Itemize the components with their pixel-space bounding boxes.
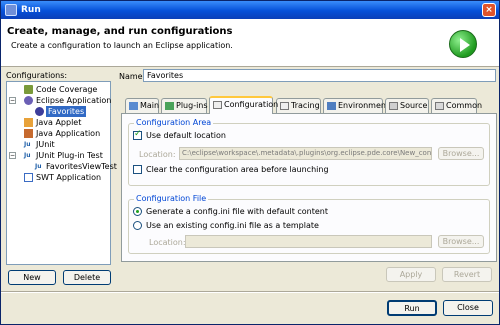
delete-button[interactable]: Delete — [63, 270, 111, 285]
bottom-separator — [1, 291, 499, 293]
config-file-location-field[interactable] — [185, 235, 432, 248]
java-applet-icon — [24, 118, 33, 127]
run-button[interactable]: Run — [387, 300, 437, 316]
dialog-header: Create, manage, and run configurations C… — [1, 19, 499, 67]
junit-icon: Ju — [24, 141, 31, 148]
tab-tracing[interactable]: Tracing — [276, 98, 321, 113]
tree-item-junit-plugin-test[interactable]: − Ju JUnit Plug-in Test — [9, 150, 109, 161]
apply-button[interactable]: Apply — [386, 267, 436, 282]
configuration-area-group: Configuration Area Use default location … — [128, 118, 490, 186]
browse-button[interactable]: Browse... — [438, 147, 484, 160]
name-label: Name: — [119, 72, 146, 81]
tab-main[interactable]: Main — [125, 98, 159, 113]
eclipse-app-icon — [24, 96, 33, 105]
plugins-tab-icon — [165, 102, 174, 110]
code-coverage-icon — [24, 85, 33, 94]
java-app-icon — [24, 129, 33, 138]
use-default-location-label: Use default location — [146, 131, 226, 140]
configuration-area-title: Configuration Area — [134, 118, 214, 127]
generate-config-label: Generate a config.ini file with default … — [146, 207, 328, 216]
tab-common[interactable]: Common — [431, 98, 482, 113]
tracing-tab-icon — [280, 102, 289, 110]
close-button[interactable]: Close — [443, 300, 493, 316]
source-tab-icon — [389, 102, 398, 110]
title-bar[interactable]: Run × — [1, 1, 499, 19]
configurations-label: Configurations: — [6, 71, 68, 80]
revert-button[interactable]: Revert — [442, 267, 492, 282]
tree-item-eclipse-application[interactable]: − Eclipse Application — [9, 95, 111, 106]
header-title: Create, manage, and run configurations — [7, 26, 233, 37]
run-banner-icon — [449, 30, 477, 58]
existing-config-label: Use an existing config.ini file as a tem… — [146, 221, 319, 230]
tree-item-code-coverage[interactable]: Code Coverage — [9, 84, 109, 95]
junit-test-icon: Ju — [35, 163, 42, 170]
collapse-icon[interactable]: − — [9, 152, 16, 159]
configuration-tab-panel: Configuration Area Use default location … — [121, 113, 497, 262]
configuration-tab-icon — [213, 101, 222, 109]
header-subtitle: Create a configuration to launch an Ecli… — [11, 41, 233, 50]
tree-item-java-application[interactable]: Java Application — [9, 128, 109, 139]
name-field[interactable]: Favorites — [143, 69, 496, 82]
location-field[interactable]: C:\eclipse\workspace\.metadata\.plugins\… — [179, 147, 432, 160]
junit-plugin-icon: Ju — [24, 152, 31, 159]
configuration-file-title: Configuration File — [134, 194, 209, 203]
location-label: Location: — [139, 150, 176, 159]
environment-tab-icon — [327, 102, 336, 110]
config-file-browse-button[interactable]: Browse... — [438, 235, 484, 248]
window-title: Run — [21, 5, 41, 15]
clear-configuration-area-label: Clear the configuration area before laun… — [146, 165, 329, 174]
generate-config-radio[interactable] — [133, 207, 142, 216]
common-tab-icon — [435, 102, 444, 110]
swt-app-icon — [24, 173, 33, 182]
close-icon[interactable]: × — [482, 3, 496, 17]
run-app-icon — [5, 4, 17, 16]
eclipse-config-icon — [35, 107, 44, 116]
collapse-icon[interactable]: − — [9, 97, 16, 104]
tree-item-favorites[interactable]: Favorites — [9, 106, 109, 117]
existing-config-radio[interactable] — [133, 221, 142, 230]
main-tab-icon — [129, 102, 138, 110]
use-default-location-checkbox[interactable] — [133, 129, 142, 140]
tree-item-swt-application[interactable]: SWT Application — [9, 172, 109, 183]
tree-item-junit[interactable]: Ju JUnit — [9, 139, 109, 150]
tab-configuration[interactable]: Configuration — [209, 96, 278, 114]
tab-plug-ins[interactable]: Plug-ins — [161, 98, 208, 113]
tree-item-java-applet[interactable]: Java Applet — [9, 117, 109, 128]
configurations-tree[interactable]: Code Coverage − Eclipse Application Favo… — [6, 81, 117, 265]
new-button[interactable]: New — [8, 270, 56, 285]
run-dialog: Run × Create, manage, and run configurat… — [0, 0, 500, 325]
tree-item-favoritesviewtest[interactable]: Ju FavoritesViewTest — [9, 161, 117, 172]
tab-source[interactable]: Source — [385, 98, 429, 113]
clear-configuration-area-checkbox[interactable] — [133, 165, 142, 174]
config-file-location-label: Location: — [149, 238, 186, 247]
configuration-file-group: Configuration File Generate a config.ini… — [128, 194, 490, 254]
tab-environment[interactable]: Environment — [323, 98, 389, 113]
